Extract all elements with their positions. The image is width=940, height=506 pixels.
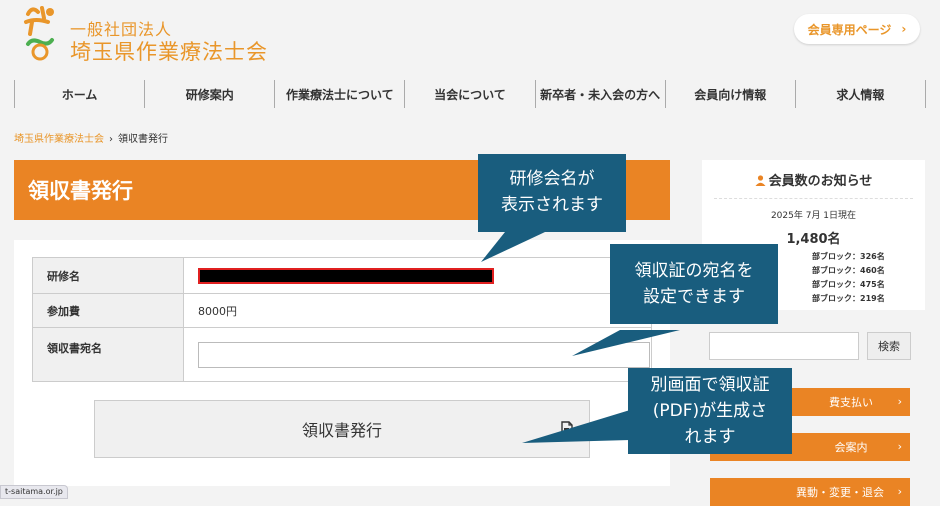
callout-line: 別画面で領収証 bbox=[650, 375, 770, 395]
callout-line: 領収証の宛名を bbox=[634, 261, 754, 281]
callout-line: 設定できます bbox=[643, 287, 745, 307]
callout-line: (PDF)が生成さ bbox=[652, 401, 768, 421]
callout-line: れます bbox=[684, 427, 736, 447]
callout-line: 研修会名が bbox=[509, 169, 595, 189]
callout-line: 表示されます bbox=[501, 195, 603, 215]
annotation-callout-pdf: 別画面で領収証 (PDF)が生成さ れます bbox=[628, 368, 792, 454]
annotation-callout-addressee: 領収証の宛名を 設定できます bbox=[610, 244, 778, 324]
annotation-callout-training-name: 研修会名が 表示されます bbox=[478, 154, 626, 232]
callout-tails bbox=[481, 232, 680, 443]
